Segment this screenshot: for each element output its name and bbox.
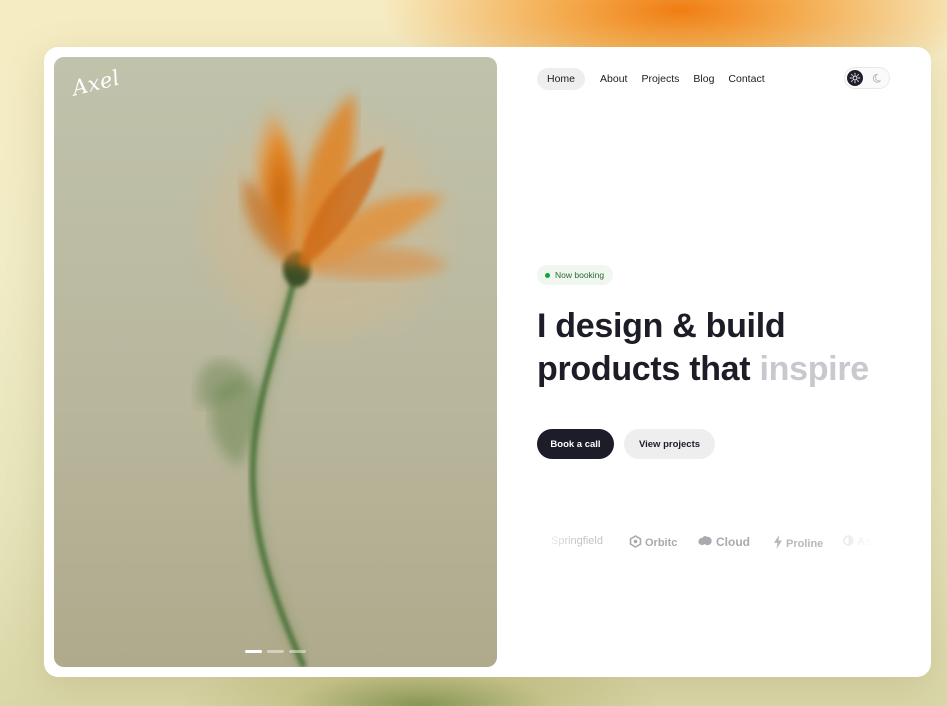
hero-image-panel: Axel [54,57,497,667]
nav-item-projects[interactable]: Projects [634,68,686,90]
client-logo-label: Cloud [716,535,750,549]
cloud-icon [697,535,713,549]
logo-fade-left [537,532,577,554]
logo-fade-right [817,532,877,554]
headline-highlight: inspire [759,350,869,388]
flower-illustration [197,92,449,667]
nav-item-home[interactable]: Home [537,67,586,90]
client-logo-cloud: Cloud [697,535,750,549]
view-projects-button[interactable]: View projects [624,429,715,459]
carousel-dot-3[interactable] [289,650,306,653]
nav-item-blog[interactable]: Blog [686,68,721,90]
nav-item-about[interactable]: About [593,68,634,90]
carousel-dot-1[interactable] [245,650,262,653]
status-dot-icon [545,272,550,278]
client-logo-proline: Proline [773,535,823,552]
client-logo-orbitc: Orbitc [629,535,677,551]
moon-icon[interactable] [871,71,885,85]
theme-toggle[interactable] [844,67,890,89]
carousel-dot-2[interactable] [267,650,284,653]
orbit-icon [629,535,642,551]
sun-icon[interactable] [847,70,863,86]
client-logo-label: Orbitc [645,537,678,549]
headline-line-2: products that [537,350,751,388]
client-logos-strip: Springfield Orbitc Cloud Proline As [537,532,877,554]
bolt-icon [773,535,783,552]
status-badge: Now booking [537,265,614,285]
carousel-indicator [245,650,306,653]
nav-item-contact[interactable]: Contact [721,68,771,90]
book-call-button[interactable]: Book a call [537,429,614,459]
page-frame: Axel Home About Projects Blog Contact No… [44,47,931,677]
top-nav: Home About Projects Blog Contact [537,67,772,90]
headline-line-1: I design & build [537,307,786,345]
status-badge-label: Now booking [555,270,605,280]
hero-headline: I design & build products that inspire [537,305,869,391]
